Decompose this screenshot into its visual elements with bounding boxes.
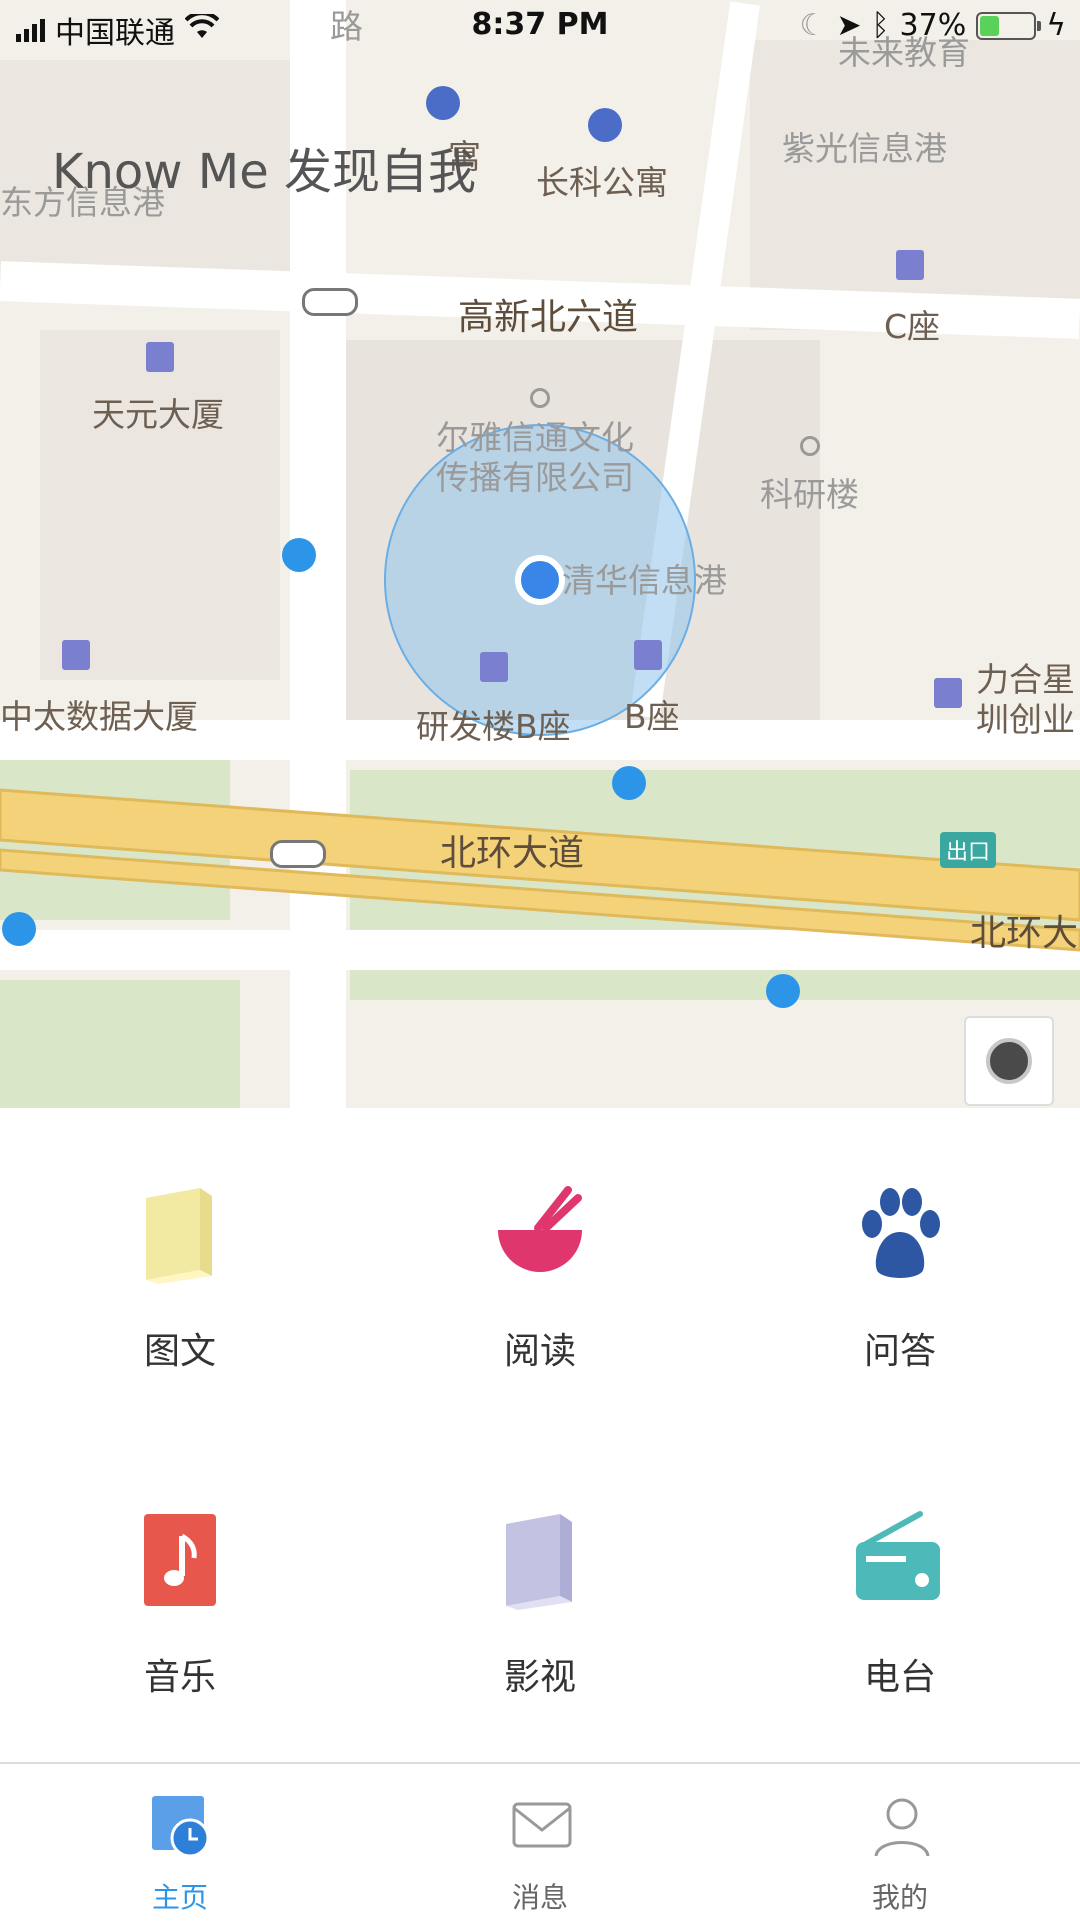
map-label: 清华信息港 <box>562 561 727 600</box>
battery-percent: 37% <box>899 8 967 43</box>
paw-icon <box>862 1188 940 1278</box>
map-label: 科研楼 <box>760 475 859 514</box>
grid-item-label: 图文 <box>143 1331 216 1372</box>
bus-stop-icon <box>766 974 800 1008</box>
tab-label: 主页 <box>151 1881 208 1914</box>
locate-button[interactable] <box>964 1016 1054 1106</box>
music-note-icon <box>144 1514 216 1606</box>
bowl-icon <box>498 1186 582 1272</box>
bus-stop-icon <box>2 912 36 946</box>
grid-item-label: 音乐 <box>143 1657 216 1698</box>
building-icon <box>934 678 962 708</box>
grid-item-label: 阅读 <box>503 1331 576 1372</box>
bus-stop-icon <box>282 538 316 572</box>
building-icon <box>480 652 508 682</box>
map-label: 长科公寓 <box>536 163 668 202</box>
map-label: 尔雅信通文化 传播有限公司 <box>436 418 634 497</box>
location-arrow-icon: ➤ <box>836 8 862 43</box>
poi-dot-icon <box>530 388 550 408</box>
map-label: C座 <box>884 307 941 346</box>
building-icon <box>634 640 662 670</box>
mail-icon <box>512 1802 572 1848</box>
grid-item-yuedu[interactable]: 阅读 <box>410 1184 670 1404</box>
bluetooth-icon: ᛒ <box>871 8 890 43</box>
building-icon <box>146 342 174 372</box>
radio-icon <box>856 1511 940 1600</box>
app-title: Know Me 发现自我 <box>52 144 476 200</box>
map-label: 北环大 <box>970 913 1079 954</box>
traffic-light-icon <box>270 840 326 868</box>
grid-item-label: 电台 <box>863 1657 936 1698</box>
grid-item-tuwen[interactable]: 图文 <box>50 1184 310 1404</box>
exit-badge: 出口 <box>940 832 997 868</box>
tab-label: 消息 <box>511 1881 568 1914</box>
building-icon <box>896 250 924 280</box>
home-poi-icon <box>588 108 622 142</box>
tab-mine[interactable]: 我的 <box>800 1764 1000 1922</box>
tab-messages[interactable]: 消息 <box>440 1764 640 1922</box>
map-label: 北环大道 <box>440 833 585 874</box>
map-label: 紫光信息港 <box>782 129 947 168</box>
home-poi-icon <box>426 86 460 120</box>
grid-item-yingshi[interactable]: 影视 <box>410 1510 670 1730</box>
tab-label: 我的 <box>871 1881 928 1914</box>
battery-icon <box>976 11 1042 40</box>
status-bar: 中国联通 8:37 PM ☾ ➤ ᛒ 37% ϟ <box>0 0 1080 54</box>
traffic-light-icon <box>302 288 358 316</box>
poi-dot-icon <box>800 436 820 456</box>
home-clock-icon <box>152 1796 210 1858</box>
map-label: 天元大厦 <box>92 395 224 434</box>
grid-item-yinyue[interactable]: 音乐 <box>50 1510 310 1730</box>
map-label: 力合星 圳创业 <box>976 660 1075 739</box>
charging-icon: ϟ <box>1046 8 1066 43</box>
grid-item-wenda[interactable]: 问答 <box>770 1184 1030 1404</box>
bus-stop-icon <box>612 766 646 800</box>
tab-bar: 主页 消息 我的 <box>0 1762 1080 1922</box>
map-label: 中太数据大厦 <box>0 697 198 736</box>
grid-item-label: 影视 <box>503 1657 576 1698</box>
map-label: 研发楼B座 <box>416 707 571 746</box>
locate-icon <box>986 1038 1032 1084</box>
map-label: B座 <box>624 697 680 736</box>
tab-home[interactable]: 主页 <box>80 1764 280 1922</box>
building-icon <box>62 640 90 670</box>
grid-item-label: 问答 <box>863 1331 936 1372</box>
book-icon <box>146 1188 212 1284</box>
person-icon <box>874 1798 930 1857</box>
grid-item-diantai[interactable]: 电台 <box>770 1510 1030 1730</box>
book-icon <box>506 1514 572 1610</box>
map-label: 高新北六道 <box>458 297 639 338</box>
moon-icon: ☾ <box>799 8 827 43</box>
